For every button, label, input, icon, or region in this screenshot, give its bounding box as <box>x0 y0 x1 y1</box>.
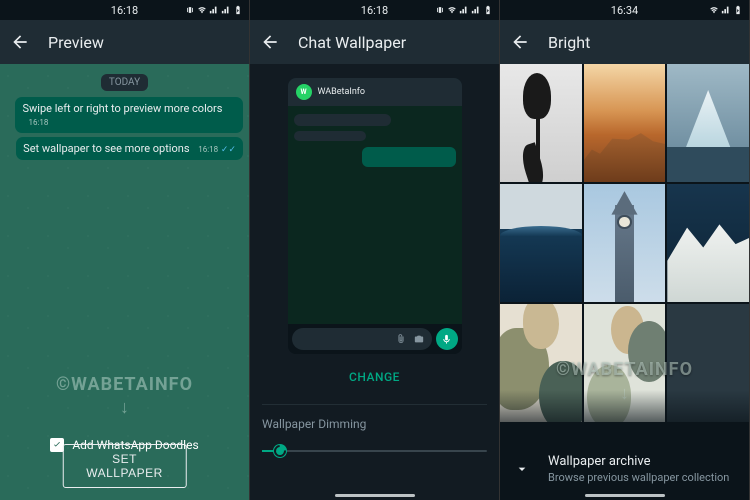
battery-icon <box>233 5 243 15</box>
nav-pill[interactable] <box>585 494 665 497</box>
change-button[interactable]: CHANGE <box>349 370 400 384</box>
battery-icon <box>483 5 493 15</box>
dimming-label: Wallpaper Dimming <box>262 417 366 431</box>
chat-preview[interactable]: W WABetaInfo <box>288 78 462 354</box>
header-title: Chat Wallpaper <box>298 33 406 52</box>
camera-icon <box>414 334 424 344</box>
archive-subtitle: Browse previous wallpaper collection <box>548 471 729 484</box>
header-title: Bright <box>548 33 590 52</box>
status-bar: 16:18 <box>250 0 499 20</box>
dimming-slider[interactable] <box>262 441 487 461</box>
status-time: 16:34 <box>611 4 638 17</box>
mic-icon <box>441 334 452 345</box>
wallpaper-tile[interactable] <box>500 184 582 302</box>
chat-preview-header: W WABetaInfo <box>288 78 462 106</box>
app-header: Preview <box>0 20 249 64</box>
signal-icon <box>721 5 731 15</box>
vibrate-icon <box>185 5 195 15</box>
archive-section: Wallpaper archive Browse previous wallpa… <box>500 390 749 500</box>
signal-icon <box>209 5 219 15</box>
contact-name: WABetaInfo <box>318 87 366 97</box>
vibrate-icon <box>435 5 445 15</box>
watermark: ©WABETAINFO <box>0 374 249 395</box>
message-in <box>294 131 367 141</box>
wallpaper-tile[interactable] <box>584 64 666 182</box>
app-header: Chat Wallpaper <box>250 20 499 64</box>
wallpaper-settings-body: W WABetaInfo CHANGE Wallpaper Dimming <box>250 64 499 500</box>
set-wallpaper-button[interactable]: SET WALLPAPER <box>62 444 187 488</box>
watermark: ©WABETAINFO <box>500 359 749 380</box>
mic-button <box>436 328 458 350</box>
avatar: W <box>296 84 312 100</box>
message-out <box>362 147 456 167</box>
wallpaper-preview[interactable]: TODAY Swipe left or right to preview mor… <box>0 64 249 500</box>
status-bar: 16:34 <box>500 0 749 20</box>
signal-icon <box>221 5 231 15</box>
wallpaper-tile[interactable] <box>667 64 749 182</box>
wallpaper-archive-row[interactable]: Wallpaper archive Browse previous wallpa… <box>514 454 735 484</box>
status-icons <box>709 5 743 15</box>
slider-thumb[interactable] <box>273 444 287 458</box>
arrow-down-icon: ↓ <box>120 397 129 418</box>
signal-icon <box>459 5 469 15</box>
message-out: Swipe left or right to preview more colo… <box>15 97 243 133</box>
screen-bright: 16:34 Bright ©WABETAINFO ↓ <box>500 0 750 500</box>
wifi-icon <box>447 5 457 15</box>
status-time: 16:18 <box>111 4 138 17</box>
back-icon[interactable] <box>10 32 30 52</box>
signal-icon <box>471 5 481 15</box>
archive-title: Wallpaper archive <box>548 454 729 469</box>
date-pill: TODAY <box>101 74 148 91</box>
chat-input-row <box>288 324 462 354</box>
battery-icon <box>733 5 743 15</box>
divider <box>262 404 487 405</box>
nav-pill[interactable] <box>335 494 415 497</box>
status-bar: 16:18 <box>0 0 249 20</box>
wallpaper-grid-body: ©WABETAINFO ↓ Wallpaper archive Browse p… <box>500 64 749 500</box>
attach-icon <box>396 334 406 344</box>
wallpaper-tile[interactable] <box>584 184 666 302</box>
screen-chat-wallpaper: 16:18 Chat Wallpaper W WABetaInfo <box>250 0 500 500</box>
chevron-down-icon <box>514 461 530 477</box>
screen-preview: 16:18 Preview TODAY Swipe left or right … <box>0 0 250 500</box>
back-icon[interactable] <box>510 32 530 52</box>
chat-preview-body <box>288 106 462 324</box>
header-title: Preview <box>48 33 104 52</box>
status-icons <box>435 5 493 15</box>
message-in <box>294 114 391 126</box>
status-time: 16:18 <box>361 4 388 17</box>
wallpaper-tile[interactable] <box>667 184 749 302</box>
wifi-icon <box>197 5 207 15</box>
status-icons <box>185 5 243 15</box>
message-out: Set wallpaper to see more options 16:18 … <box>16 137 243 160</box>
wallpaper-tile[interactable] <box>500 64 582 182</box>
wifi-icon <box>709 5 719 15</box>
chat-input <box>292 328 432 350</box>
app-header: Bright <box>500 20 749 64</box>
read-ticks-icon: ✓✓ <box>221 145 236 155</box>
back-icon[interactable] <box>260 32 280 52</box>
